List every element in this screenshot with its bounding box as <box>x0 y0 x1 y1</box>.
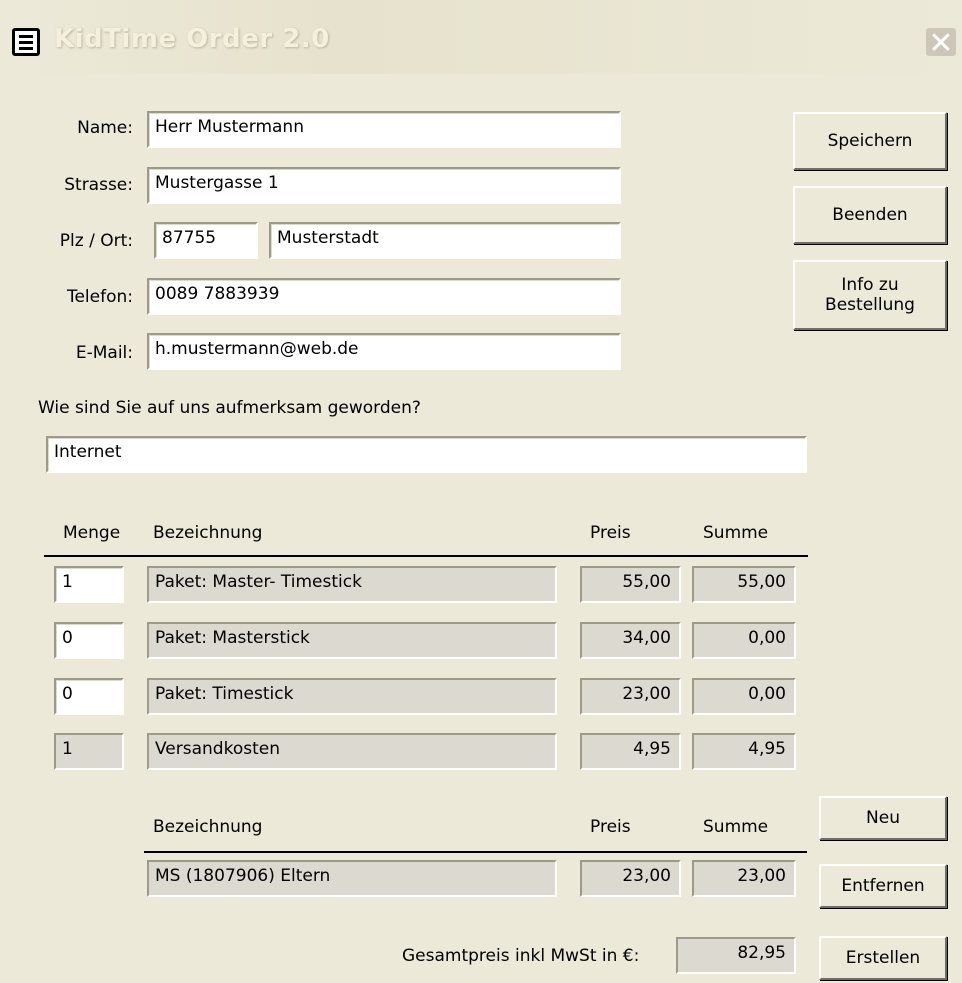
info-button-line1: Info zu <box>841 274 899 295</box>
menge-field-row3[interactable]: 0 <box>54 678 124 715</box>
bezeichnung-row2: Paket: Masterstick <box>147 622 557 659</box>
menge-field-row1[interactable]: 1 <box>54 566 124 603</box>
products-header-rule <box>44 555 808 557</box>
beenden-button[interactable]: Beenden <box>793 186 947 244</box>
speichern-button[interactable]: Speichern <box>793 112 947 170</box>
col-header-menge: Menge <box>63 523 121 543</box>
telefon-label: Telefon: <box>66 287 133 307</box>
plz-ort-label: Plz / Ort: <box>59 231 133 251</box>
email-label: E-Mail: <box>75 343 133 363</box>
strasse-label: Strasse: <box>64 175 133 195</box>
col-header-preis: Preis <box>590 523 631 543</box>
extras-header-summe: Summe <box>703 817 769 837</box>
extras-header-preis: Preis <box>590 817 631 837</box>
preis-row1: 55,00 <box>580 566 681 603</box>
plz-field[interactable]: 87755 <box>154 222 258 259</box>
form-icon[interactable] <box>12 28 40 56</box>
order-window: KidTime Order 2.0 ✕ Name: Herr Musterman… <box>0 0 962 983</box>
extra-bezeichnung-row1: MS (1807906) Eltern <box>147 860 557 897</box>
name-label: Name: <box>77 118 133 138</box>
summe-row2: 0,00 <box>692 622 796 659</box>
ort-field[interactable]: Musterstadt <box>269 222 621 259</box>
info-bestellung-button[interactable]: Info zu Bestellung <box>793 260 947 330</box>
col-header-summe: Summe <box>703 523 769 543</box>
close-icon: ✕ <box>928 26 954 61</box>
title-bar[interactable]: KidTime Order 2.0 ✕ <box>0 0 962 74</box>
info-button-line2: Bestellung <box>825 295 915 315</box>
telefon-field[interactable]: 0089 7883939 <box>147 278 621 315</box>
total-field: 82,95 <box>676 937 796 974</box>
extras-header-rule <box>144 851 807 853</box>
bezeichnung-row4: Versandkosten <box>147 733 557 770</box>
bezeichnung-row3: Paket: Timestick <box>147 678 557 715</box>
extras-header-bezeichnung: Bezeichnung <box>153 817 263 837</box>
close-button[interactable]: ✕ <box>926 26 956 61</box>
extra-summe-row1: 23,00 <box>692 860 796 897</box>
bezeichnung-row1: Paket: Master- Timestick <box>147 566 557 603</box>
summe-row1: 55,00 <box>692 566 796 603</box>
source-field[interactable]: Internet <box>46 436 807 473</box>
col-header-bezeichnung: Bezeichnung <box>153 523 263 543</box>
menge-field-row4: 1 <box>54 733 124 770</box>
preis-row2: 34,00 <box>580 622 681 659</box>
erstellen-button[interactable]: Erstellen <box>819 936 947 980</box>
entfernen-button[interactable]: Entfernen <box>819 864 947 908</box>
summe-row3: 0,00 <box>692 678 796 715</box>
preis-row4: 4,95 <box>580 733 681 770</box>
email-field[interactable]: h.mustermann@web.de <box>147 333 621 370</box>
neu-button[interactable]: Neu <box>819 796 947 840</box>
source-question-label: Wie sind Sie auf uns aufmerksam geworden… <box>38 398 421 418</box>
strasse-field[interactable]: Mustergasse 1 <box>147 167 621 204</box>
total-label: Gesamtpreis inkl MwSt in €: <box>402 946 640 966</box>
preis-row3: 23,00 <box>580 678 681 715</box>
summe-row4: 4,95 <box>692 733 796 770</box>
extra-preis-row1: 23,00 <box>580 860 681 897</box>
menge-field-row2[interactable]: 0 <box>54 622 124 659</box>
window-title: KidTime Order 2.0 <box>54 24 330 54</box>
name-field[interactable]: Herr Mustermann <box>147 111 621 148</box>
